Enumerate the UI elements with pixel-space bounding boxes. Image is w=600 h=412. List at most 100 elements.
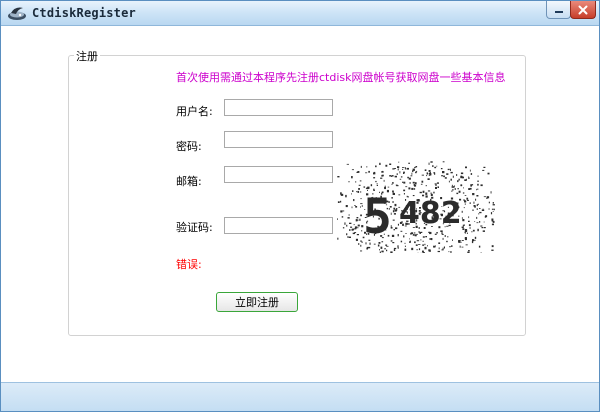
captcha-noise-speck bbox=[469, 169, 471, 172]
captcha-noise-speck bbox=[466, 178, 467, 181]
captcha-noise-speck bbox=[393, 249, 396, 251]
captcha-noise-speck bbox=[360, 240, 362, 242]
captcha-noise-speck bbox=[426, 175, 428, 177]
captcha-noise-speck bbox=[403, 235, 405, 238]
captcha-noise-speck bbox=[416, 240, 420, 242]
captcha-noise-speck bbox=[398, 161, 400, 163]
captcha-noise-speck bbox=[347, 217, 350, 219]
captcha-noise-speck bbox=[484, 216, 487, 218]
username-input[interactable] bbox=[224, 99, 333, 116]
captcha-noise-speck bbox=[472, 184, 474, 186]
captcha-noise-speck bbox=[461, 246, 464, 248]
captcha-noise-speck bbox=[375, 180, 377, 183]
captcha-noise-speck bbox=[351, 169, 354, 171]
captcha-noise-speck bbox=[457, 188, 459, 190]
captcha-noise-speck bbox=[407, 176, 409, 179]
password-input[interactable] bbox=[224, 131, 333, 148]
captcha-noise-speck bbox=[341, 216, 344, 218]
captcha-input[interactable] bbox=[224, 217, 333, 234]
captcha-noise-speck bbox=[404, 248, 407, 251]
captcha-noise-speck bbox=[434, 172, 436, 175]
captcha-noise-speck bbox=[476, 216, 478, 219]
captcha-noise-speck bbox=[411, 172, 413, 175]
captcha-noise-speck bbox=[474, 236, 477, 239]
captcha-noise-speck bbox=[342, 210, 345, 212]
captcha-noise-speck bbox=[422, 236, 425, 238]
captcha-noise-speck bbox=[465, 244, 468, 246]
captcha-noise-speck bbox=[436, 182, 439, 184]
captcha-noise-speck bbox=[414, 241, 416, 244]
captcha-noise-speck bbox=[350, 226, 353, 228]
captcha-noise-speck bbox=[442, 247, 444, 250]
captcha-noise-speck bbox=[454, 188, 456, 190]
captcha-noise-speck bbox=[482, 230, 485, 232]
captcha-noise-speck bbox=[360, 206, 361, 208]
captcha-noise-speck bbox=[353, 224, 355, 226]
captcha-noise-speck bbox=[441, 232, 443, 234]
captcha-noise-speck bbox=[416, 170, 418, 173]
captcha-noise-speck bbox=[357, 171, 360, 173]
captcha-noise-speck bbox=[484, 227, 486, 229]
captcha-noise-speck bbox=[396, 173, 398, 175]
captcha-noise-speck bbox=[467, 232, 468, 234]
captcha-noise-speck bbox=[390, 251, 393, 253]
captcha-noise-speck bbox=[452, 175, 454, 178]
captcha-noise-speck bbox=[444, 177, 447, 179]
captcha-noise-speck bbox=[356, 217, 359, 219]
captcha-noise-speck bbox=[459, 245, 461, 248]
captcha-noise-speck bbox=[472, 193, 475, 196]
captcha-noise-speck bbox=[381, 171, 384, 173]
captcha-noise-speck bbox=[392, 192, 395, 195]
captcha-noise-speck bbox=[466, 197, 469, 200]
captcha-noise-speck bbox=[483, 166, 486, 168]
captcha-noise-speck bbox=[447, 236, 449, 238]
status-bar bbox=[1, 382, 599, 411]
captcha-noise-speck bbox=[348, 214, 350, 216]
captcha-noise-speck bbox=[428, 162, 430, 165]
captcha-noise-speck bbox=[476, 188, 479, 190]
captcha-noise-speck bbox=[480, 252, 482, 253]
captcha-noise-speck bbox=[415, 244, 418, 246]
captcha-noise-speck bbox=[363, 186, 366, 188]
title-bar[interactable]: CtdiskRegister bbox=[1, 1, 599, 26]
captcha-noise-speck bbox=[491, 249, 494, 251]
captcha-noise-speck bbox=[479, 208, 481, 209]
captcha-noise-speck bbox=[434, 233, 437, 235]
captcha-noise-speck bbox=[461, 226, 464, 228]
captcha-noise-speck bbox=[425, 185, 427, 187]
captcha-noise-speck bbox=[379, 162, 381, 165]
captcha-noise-speck bbox=[396, 208, 398, 211]
captcha-noise-speck bbox=[491, 218, 494, 221]
captcha-noise-speck bbox=[478, 245, 481, 248]
captcha-noise-speck bbox=[346, 163, 349, 165]
register-button[interactable]: 立即注册 bbox=[216, 292, 298, 312]
captcha-noise-speck bbox=[416, 249, 418, 251]
captcha-noise-speck bbox=[436, 232, 438, 234]
captcha-image[interactable]: 5 482 bbox=[337, 161, 495, 253]
captcha-noise-speck bbox=[425, 192, 428, 195]
captcha-noise-speck bbox=[442, 171, 445, 174]
captcha-noise-speck bbox=[458, 240, 461, 242]
close-button[interactable] bbox=[570, 1, 596, 19]
captcha-noise-speck bbox=[376, 184, 378, 186]
captcha-noise-speck bbox=[430, 192, 433, 194]
captcha-noise-speck bbox=[394, 175, 397, 178]
email-input[interactable] bbox=[224, 166, 333, 183]
captcha-noise-speck bbox=[491, 223, 494, 226]
captcha-noise-speck bbox=[357, 227, 359, 229]
captcha-noise-speck bbox=[402, 168, 404, 170]
captcha-noise-speck bbox=[432, 165, 434, 167]
captcha-noise-speck bbox=[392, 182, 394, 184]
captcha-noise-speck bbox=[465, 166, 467, 169]
captcha-noise-speck bbox=[397, 234, 399, 237]
username-label: 用户名: bbox=[176, 105, 213, 118]
minimize-button[interactable] bbox=[546, 1, 571, 19]
captcha-noise-speck bbox=[490, 212, 493, 215]
captcha-noise-speck bbox=[349, 229, 351, 231]
captcha-noise-speck bbox=[460, 172, 464, 175]
captcha-noise-speck bbox=[462, 228, 465, 230]
captcha-noise-speck bbox=[476, 208, 478, 210]
captcha-noise-speck bbox=[337, 237, 339, 240]
captcha-noise-speck bbox=[358, 243, 360, 245]
captcha-noise-speck bbox=[351, 193, 352, 195]
